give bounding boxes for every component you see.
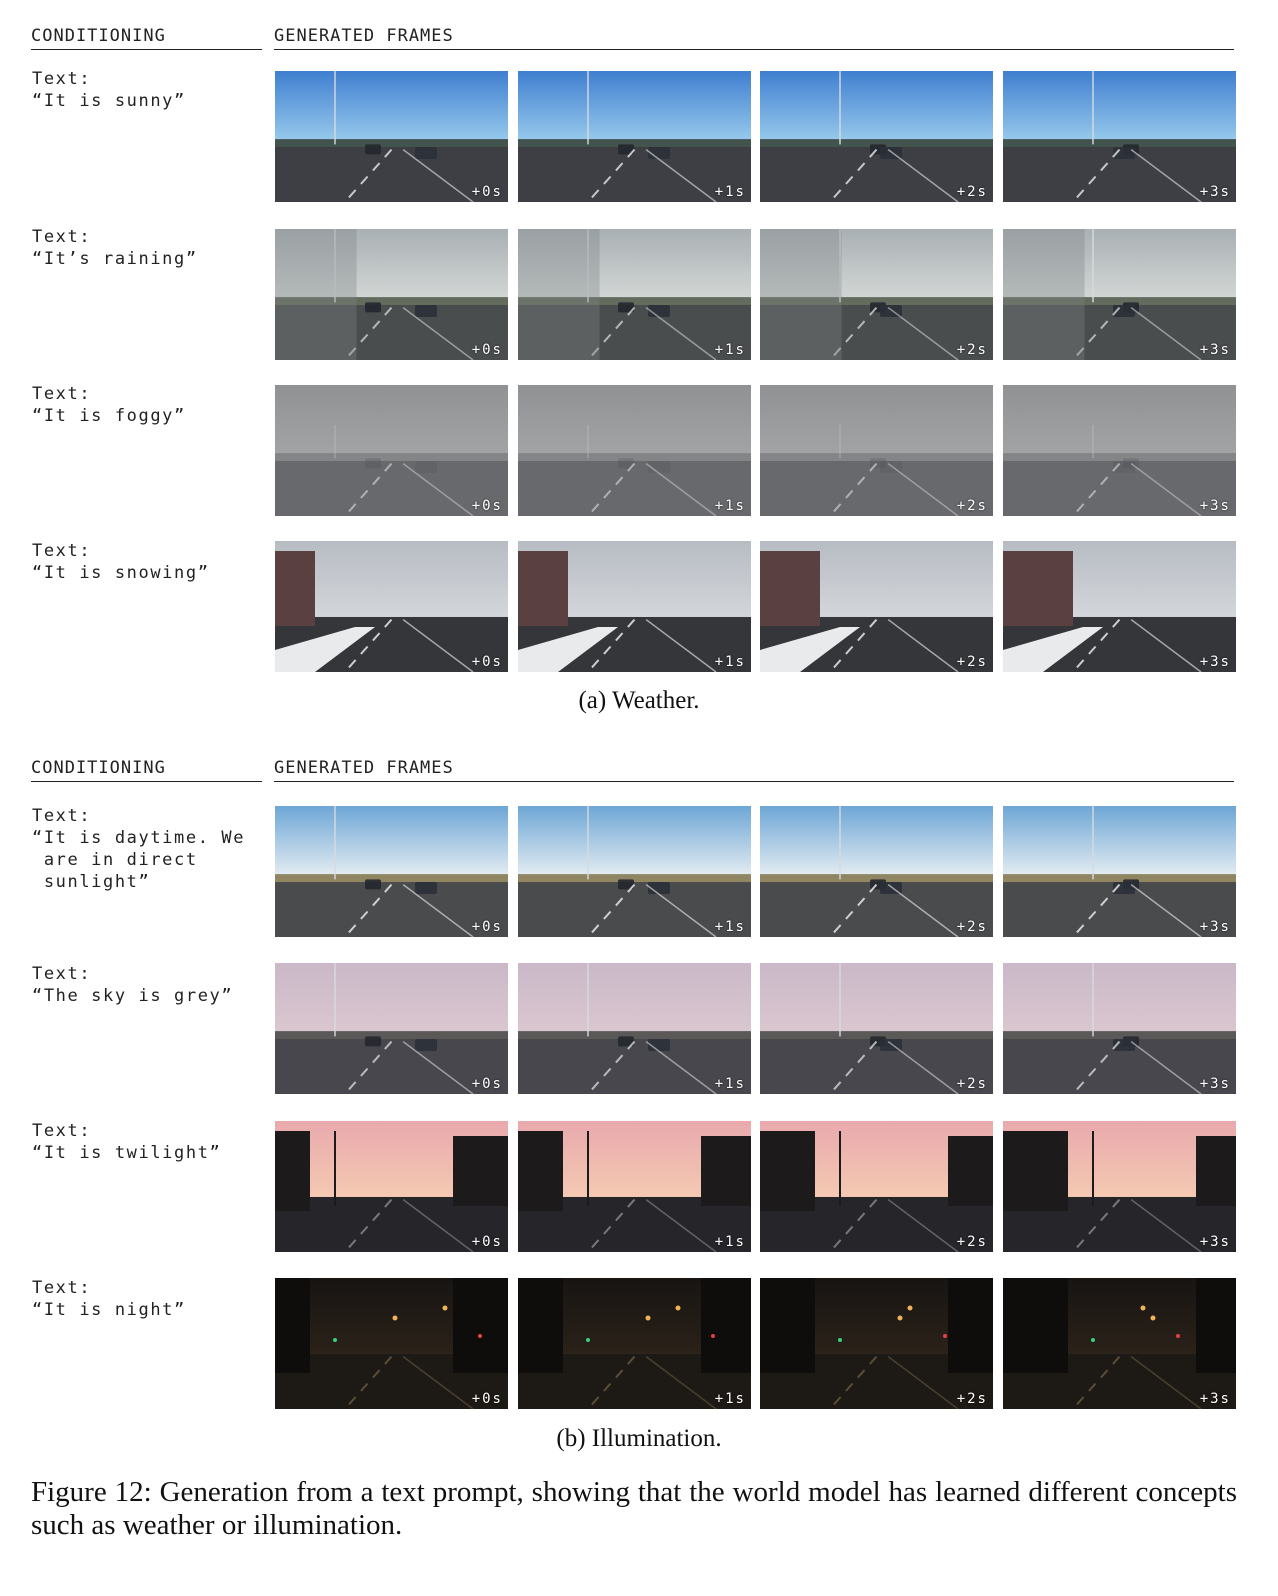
generated-frame: +2s	[760, 229, 993, 360]
generated-frame: +0s	[275, 806, 508, 937]
text-label: Text:	[32, 541, 92, 561]
frame-timestamp: +1s	[714, 184, 746, 200]
text-label: Text:	[32, 384, 92, 404]
generated-frame: +2s	[760, 1278, 993, 1409]
frame-timestamp: +2s	[956, 654, 988, 670]
generated-frame: +3s	[1003, 963, 1236, 1094]
prompt-text: “It is snowing”	[32, 563, 210, 583]
frame-timestamp: +1s	[714, 1391, 746, 1407]
generated-frame: +1s	[518, 385, 751, 516]
generated-frame: +3s	[1003, 1121, 1236, 1252]
frame-timestamp: +0s	[471, 184, 503, 200]
prompt-text: “It’s raining”	[32, 249, 198, 269]
prompt-text: “It is night”	[32, 1300, 186, 1320]
text-label: Text:	[32, 1278, 92, 1298]
frame-timestamp: +2s	[956, 1234, 988, 1250]
generated-frame: +1s	[518, 1278, 751, 1409]
frame-timestamp: +0s	[471, 498, 503, 514]
generated-frame: +0s	[275, 229, 508, 360]
frame-timestamp: +2s	[956, 1391, 988, 1407]
conditioning-rule	[31, 49, 262, 50]
prompt-text: “It is sunny”	[32, 91, 186, 111]
subfigure-caption-weather: (a) Weather.	[578, 687, 700, 714]
generated-frame: +0s	[275, 963, 508, 1094]
frame-timestamp: +3s	[1199, 654, 1231, 670]
frame-timestamp: +3s	[1199, 1076, 1231, 1092]
generated-frame: +1s	[518, 963, 751, 1094]
frame-timestamp: +2s	[956, 1076, 988, 1092]
prompt-text: “The sky is grey”	[32, 986, 234, 1006]
frame-timestamp: +3s	[1199, 342, 1231, 358]
prompt-text: “It is twilight”	[32, 1143, 222, 1163]
figure-caption: Figure 12: Generation from a text prompt…	[31, 1476, 1237, 1541]
generated-frames-header: GENERATED FRAMES	[274, 758, 454, 778]
frame-timestamp: +1s	[714, 342, 746, 358]
generated-frame: +0s	[275, 385, 508, 516]
frame-timestamp: +1s	[714, 1076, 746, 1092]
conditioning-text: Text: “It is sunny”	[32, 68, 186, 112]
generated-frame: +0s	[275, 541, 508, 672]
generated-frame: +2s	[760, 806, 993, 937]
generated-frame: +3s	[1003, 71, 1236, 202]
generated-frame: +0s	[275, 1121, 508, 1252]
generated-frame: +2s	[760, 1121, 993, 1252]
generated-frame: +2s	[760, 541, 993, 672]
generated-frames-rule	[274, 781, 1234, 782]
frame-timestamp: +2s	[956, 919, 988, 935]
subfigure-caption-illumination: (b) Illumination.	[556, 1425, 722, 1452]
generated-frame: +1s	[518, 229, 751, 360]
conditioning-text: Text: “It is twilight”	[32, 1120, 221, 1164]
frame-timestamp: +3s	[1199, 1391, 1231, 1407]
generated-frame: +1s	[518, 71, 751, 202]
generated-frame: +1s	[518, 1121, 751, 1252]
text-label: Text:	[32, 964, 92, 984]
generated-frame: +2s	[760, 385, 993, 516]
frame-timestamp: +2s	[956, 342, 988, 358]
frame-timestamp: +0s	[471, 654, 503, 670]
conditioning-text: Text: “It is daytime. We are in direct s…	[32, 805, 245, 893]
conditioning-text: Text: “It is foggy”	[32, 383, 186, 427]
text-label: Text:	[32, 227, 92, 247]
generated-frame: +2s	[760, 71, 993, 202]
generated-frame: +2s	[760, 963, 993, 1094]
frame-timestamp: +0s	[471, 1076, 503, 1092]
generated-frame: +3s	[1003, 541, 1236, 672]
frame-timestamp: +3s	[1199, 498, 1231, 514]
frame-timestamp: +1s	[714, 1234, 746, 1250]
conditioning-header: CONDITIONING	[31, 26, 166, 46]
frame-timestamp: +3s	[1199, 1234, 1231, 1250]
frame-timestamp: +0s	[471, 919, 503, 935]
generated-frame: +0s	[275, 71, 508, 202]
generated-frame: +3s	[1003, 1278, 1236, 1409]
frame-timestamp: +3s	[1199, 919, 1231, 935]
generated-frame: +3s	[1003, 229, 1236, 360]
prompt-text: “It is foggy”	[32, 406, 186, 426]
generated-frame: +1s	[518, 541, 751, 672]
generated-frames-rule	[274, 49, 1234, 50]
frame-timestamp: +2s	[956, 498, 988, 514]
conditioning-text: Text: “It’s raining”	[32, 226, 198, 270]
frame-timestamp: +1s	[714, 498, 746, 514]
generated-frames-header: GENERATED FRAMES	[274, 26, 454, 46]
generated-frame: +1s	[518, 806, 751, 937]
frame-timestamp: +0s	[471, 1391, 503, 1407]
conditioning-text: Text: “The sky is grey”	[32, 963, 233, 1007]
text-label: Text:	[32, 69, 92, 89]
frame-timestamp: +1s	[714, 654, 746, 670]
text-label: Text:	[32, 806, 92, 826]
frame-timestamp: +0s	[471, 342, 503, 358]
conditioning-header: CONDITIONING	[31, 758, 166, 778]
frame-timestamp: +0s	[471, 1234, 503, 1250]
generated-frame: +0s	[275, 1278, 508, 1409]
generated-frame: +3s	[1003, 806, 1236, 937]
frame-timestamp: +2s	[956, 184, 988, 200]
conditioning-text: Text: “It is night”	[32, 1277, 186, 1321]
conditioning-rule	[31, 781, 262, 782]
generated-frame: +3s	[1003, 385, 1236, 516]
frame-timestamp: +1s	[714, 919, 746, 935]
prompt-text: “It is daytime. We are in direct sunligh…	[32, 828, 246, 892]
conditioning-text: Text: “It is snowing”	[32, 540, 210, 584]
frame-timestamp: +3s	[1199, 184, 1231, 200]
text-label: Text:	[32, 1121, 92, 1141]
